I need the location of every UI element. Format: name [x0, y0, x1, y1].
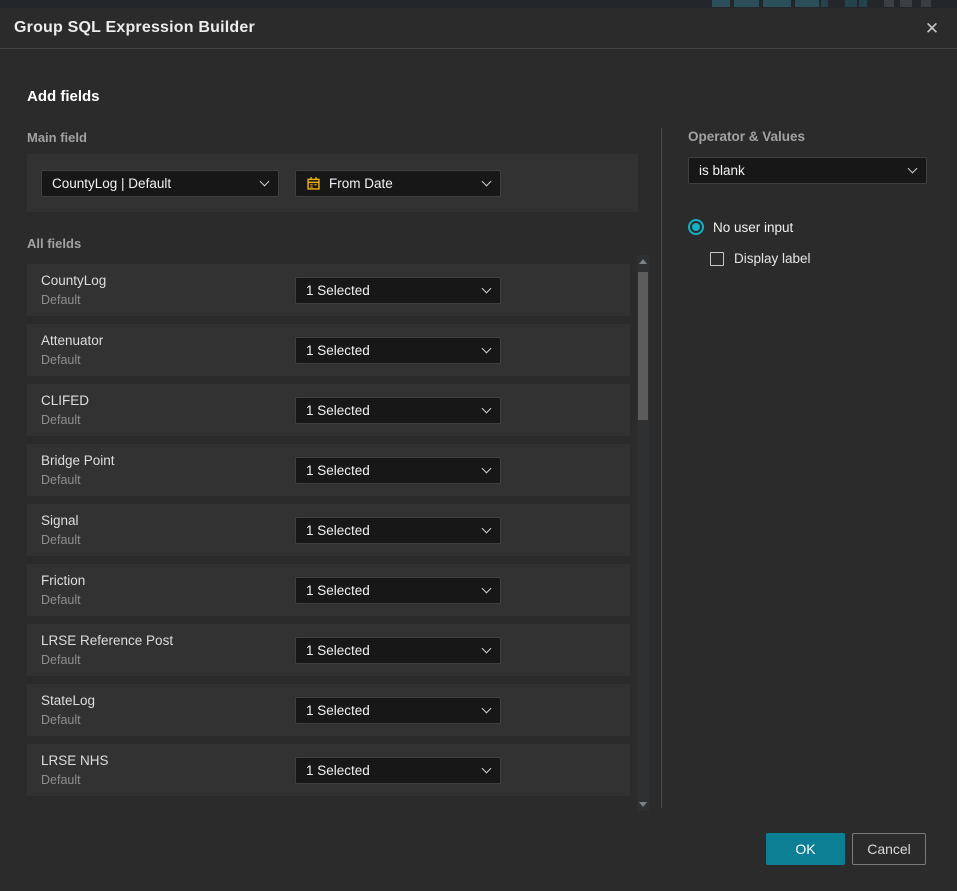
field-selected-value: 1 Selected: [306, 523, 475, 538]
dialog-titlebar: Group SQL Expression Builder ✕: [0, 8, 957, 49]
field-row: CLIFED Default 1 Selected: [27, 384, 630, 436]
field-subtitle: Default: [41, 293, 81, 307]
field-selected-value: 1 Selected: [306, 463, 475, 478]
field-row: CountyLog Default 1 Selected: [27, 264, 630, 316]
chevron-down-icon: [482, 524, 492, 534]
field-selected-value: 1 Selected: [306, 763, 475, 778]
field-selected-dropdown[interactable]: 1 Selected: [295, 697, 501, 724]
field-selected-dropdown[interactable]: 1 Selected: [295, 577, 501, 604]
app-fragment: [859, 0, 867, 7]
field-subtitle: Default: [41, 653, 81, 667]
field-subtitle: Default: [41, 413, 81, 427]
checkbox-unchecked-icon[interactable]: [710, 252, 724, 266]
field-name: Bridge Point: [41, 453, 115, 468]
chevron-down-icon: [482, 644, 492, 654]
chevron-down-icon: [482, 464, 492, 474]
display-label-label: Display label: [734, 251, 811, 266]
app-fragment: [712, 0, 730, 7]
layer-select-dropdown[interactable]: CountyLog | Default: [41, 170, 279, 197]
scrollbar-thumb[interactable]: [638, 272, 648, 420]
field-selected-dropdown[interactable]: 1 Selected: [295, 337, 501, 364]
screen: Group SQL Expression Builder ✕ Add field…: [0, 0, 957, 891]
field-row: LRSE Reference Post Default 1 Selected: [27, 624, 630, 676]
main-field-select-value: From Date: [329, 176, 475, 191]
app-fragment: [763, 0, 791, 7]
field-row: StateLog Default 1 Selected: [27, 684, 630, 736]
ok-button[interactable]: OK: [766, 833, 845, 865]
field-row: Friction Default 1 Selected: [27, 564, 630, 616]
app-fragment: [900, 0, 912, 7]
field-name: Friction: [41, 573, 85, 588]
scroll-up-arrow-icon[interactable]: [639, 259, 647, 264]
chevron-down-icon: [260, 177, 270, 187]
app-fragment: [734, 0, 759, 7]
chevron-down-icon: [482, 704, 492, 714]
chevron-down-icon: [482, 404, 492, 414]
field-selected-value: 1 Selected: [306, 643, 475, 658]
main-field-container: CountyLog | Default From Date: [27, 154, 638, 212]
field-name: CountyLog: [41, 273, 106, 288]
field-selected-dropdown[interactable]: 1 Selected: [295, 637, 501, 664]
chevron-down-icon: [482, 764, 492, 774]
field-selected-value: 1 Selected: [306, 703, 475, 718]
chevron-down-icon: [482, 344, 492, 354]
layer-select-value: CountyLog | Default: [52, 176, 253, 191]
app-fragment: [884, 0, 894, 7]
cancel-button[interactable]: Cancel: [852, 833, 926, 865]
field-subtitle: Default: [41, 713, 81, 727]
chevron-down-icon: [908, 164, 918, 174]
field-selected-value: 1 Selected: [306, 583, 475, 598]
field-subtitle: Default: [41, 353, 81, 367]
calendar-icon: [306, 176, 321, 191]
chevron-down-icon: [482, 584, 492, 594]
app-fragment: [845, 0, 857, 7]
field-selected-dropdown[interactable]: 1 Selected: [295, 277, 501, 304]
dialog-title: Group SQL Expression Builder: [14, 19, 255, 37]
app-fragment: [795, 0, 819, 7]
field-name: StateLog: [41, 693, 95, 708]
operator-value: is blank: [699, 163, 901, 178]
field-subtitle: Default: [41, 473, 81, 487]
field-subtitle: Default: [41, 533, 81, 547]
field-selected-value: 1 Selected: [306, 403, 475, 418]
field-subtitle: Default: [41, 773, 81, 787]
no-user-input-radio[interactable]: No user input: [688, 219, 793, 235]
field-selected-dropdown[interactable]: 1 Selected: [295, 457, 501, 484]
chevron-down-icon: [482, 177, 492, 187]
operator-values-heading: Operator & Values: [688, 129, 805, 144]
field-selected-dropdown[interactable]: 1 Selected: [295, 517, 501, 544]
field-name: CLIFED: [41, 393, 89, 408]
field-name: LRSE NHS: [41, 753, 109, 768]
field-name: Attenuator: [41, 333, 103, 348]
list-scrollbar[interactable]: [637, 255, 649, 811]
add-fields-heading: Add fields: [27, 88, 100, 105]
all-fields-list: CountyLog Default 1 Selected Attenuator …: [27, 264, 630, 804]
all-fields-label: All fields: [27, 236, 81, 251]
group-sql-expression-builder-dialog: Group SQL Expression Builder ✕ Add field…: [0, 8, 957, 891]
radio-selected-icon: [688, 219, 704, 235]
field-row: Bridge Point Default 1 Selected: [27, 444, 630, 496]
field-selected-value: 1 Selected: [306, 283, 475, 298]
close-icon[interactable]: ✕: [919, 16, 945, 42]
field-selected-value: 1 Selected: [306, 343, 475, 358]
chevron-down-icon: [482, 284, 492, 294]
field-row: Signal Default 1 Selected: [27, 504, 630, 556]
field-selected-dropdown[interactable]: 1 Selected: [295, 397, 501, 424]
app-fragment: [921, 0, 931, 7]
panel-divider: [661, 128, 662, 808]
operator-dropdown[interactable]: is blank: [688, 157, 927, 184]
no-user-input-label: No user input: [713, 220, 793, 235]
display-label-checkbox-row[interactable]: Display label: [710, 251, 811, 266]
main-field-label: Main field: [27, 130, 87, 145]
main-field-select-dropdown[interactable]: From Date: [295, 170, 501, 197]
underlying-app-strip: [0, 0, 957, 8]
field-name: Signal: [41, 513, 79, 528]
field-row: LRSE NHS Default 1 Selected: [27, 744, 630, 796]
scroll-down-arrow-icon[interactable]: [639, 802, 647, 807]
app-fragment: [821, 0, 828, 7]
field-row: Attenuator Default 1 Selected: [27, 324, 630, 376]
field-subtitle: Default: [41, 593, 81, 607]
field-name: LRSE Reference Post: [41, 633, 173, 648]
field-selected-dropdown[interactable]: 1 Selected: [295, 757, 501, 784]
